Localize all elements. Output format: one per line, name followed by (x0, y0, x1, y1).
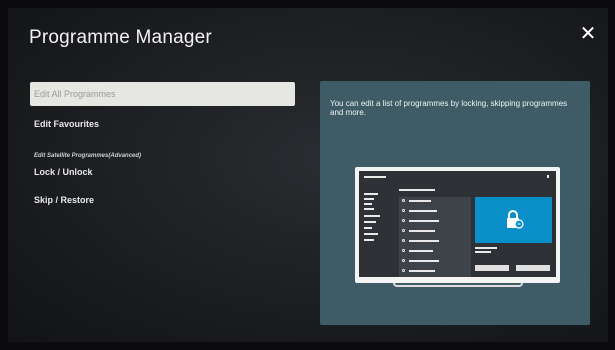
illustration-left-bar (364, 221, 376, 223)
illustration-list-bar (409, 200, 431, 202)
page-title: Programme Manager (29, 27, 212, 48)
illustration-list-bar (409, 270, 435, 272)
illustration-caption-bar (475, 251, 491, 253)
illustration-list-bar (409, 230, 435, 232)
illustration-radio (402, 219, 405, 222)
illustration-button (475, 265, 509, 271)
illustration-radio (402, 249, 405, 252)
illustration-left-bar (364, 239, 374, 241)
tv-lock-illustration (355, 167, 560, 287)
panel-description: You can edit a list of programmes by loc… (330, 99, 568, 117)
tv-stand (393, 283, 523, 287)
lock-icon (507, 210, 524, 229)
illustration-caption-bar (475, 247, 497, 249)
illustration-radio (402, 229, 405, 232)
illustration-list-bar (409, 250, 433, 252)
illustration-left-bar (364, 233, 378, 235)
illustration-list-bar (409, 210, 437, 212)
illustration-title-bar (364, 176, 386, 178)
menu-item-lock-unlock[interactable]: Lock / Unlock (30, 162, 295, 182)
illustration-list-bar (409, 220, 439, 222)
illustration-column-header (399, 189, 435, 191)
tv-screen-frame: Programme Manager ✕ Edit All Programmes … (8, 8, 608, 342)
illustration-button (516, 265, 550, 271)
menu-item-edit-all-programmes[interactable]: Edit All Programmes (30, 82, 295, 106)
illustration-lock-card (475, 197, 552, 243)
illustration-left-bar (364, 198, 374, 200)
illustration-radio (402, 209, 405, 212)
illustration-left-bar (364, 208, 374, 210)
menu-item-skip-restore[interactable]: Skip / Restore (30, 190, 295, 210)
illustration-list-bar (409, 260, 439, 262)
illustration-close-mark (547, 175, 549, 178)
illustration-left-bar (364, 215, 380, 217)
section-label-satellite: Edit Satellite Programmes(Advanced) (34, 153, 142, 159)
close-icon[interactable]: ✕ (578, 24, 598, 44)
illustration-left-bar (364, 227, 372, 229)
illustration-list-column (399, 197, 471, 277)
illustration-radio (402, 199, 405, 202)
illustration-left-bar (364, 203, 372, 205)
menu-item-edit-favourites[interactable]: Edit Favourites (30, 112, 295, 136)
illustration-radio (402, 239, 405, 242)
illustration-list-bar (409, 240, 439, 242)
illustration-radio (402, 259, 405, 262)
info-panel: You can edit a list of programmes by loc… (320, 81, 590, 325)
illustration-radio (402, 269, 405, 272)
illustration-left-bar (364, 193, 378, 195)
tv-illustration-screen (359, 171, 556, 277)
menu-list: Edit All Programmes Edit Favourites Edit… (30, 82, 295, 210)
